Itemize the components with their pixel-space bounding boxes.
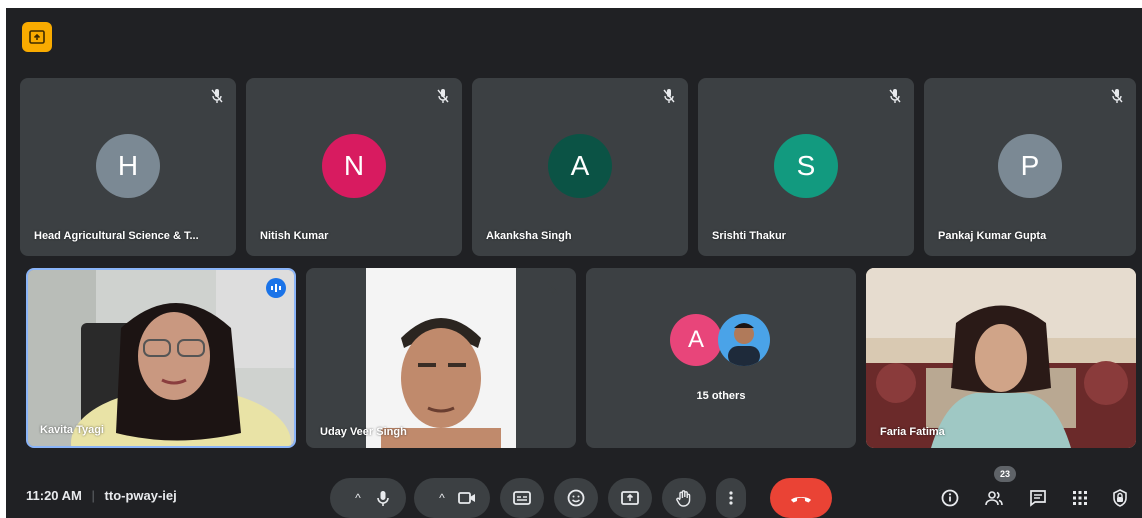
info-icon: [941, 489, 959, 507]
meeting-details-button[interactable]: [938, 486, 962, 510]
screen-share-badge[interactable]: [22, 22, 52, 52]
participant-name: Kavita Tyagi: [40, 424, 104, 436]
mic-control-group: ^: [330, 478, 406, 518]
mic-off-icon: [547, 281, 559, 295]
participant-video: [28, 270, 294, 446]
camera-icon[interactable]: [457, 488, 477, 508]
others-count-label: 15 others: [696, 390, 746, 402]
avatar: A: [548, 134, 612, 198]
participant-name: Nitish Kumar: [260, 230, 329, 242]
camera-control-group: ^: [414, 478, 490, 518]
end-call-button[interactable]: [770, 478, 832, 518]
captions-button[interactable]: [500, 478, 544, 518]
camera-options-button[interactable]: ^: [427, 491, 457, 505]
emoji-icon: [567, 489, 585, 507]
person-photo: [728, 323, 760, 366]
speaking-indicator: [266, 278, 286, 298]
mic-icon[interactable]: [373, 488, 393, 508]
mic-off-icon: [663, 89, 675, 103]
participant-tile-2[interactable]: N Nitish Kumar: [246, 78, 462, 256]
video-tile[interactable]: Uday Veer Singh: [306, 268, 576, 448]
avatar: A: [670, 314, 722, 366]
audio-wave-icon: [271, 284, 281, 292]
meeting-code[interactable]: tto-pway-iej: [105, 488, 177, 503]
avatar: N: [322, 134, 386, 198]
participant-name: Pankaj Kumar Gupta: [938, 230, 1047, 242]
participant-name: Srishti Thakur: [712, 230, 786, 242]
more-options-icon: [729, 491, 733, 505]
emoji-reaction-button[interactable]: [554, 478, 598, 518]
chat-button[interactable]: [1026, 486, 1050, 510]
present-button[interactable]: [608, 478, 652, 518]
participant-tile-5[interactable]: P Pankaj Kumar Gupta: [924, 78, 1136, 256]
avatar: [718, 314, 770, 366]
mic-options-button[interactable]: ^: [343, 491, 373, 505]
meeting-separator: |: [91, 488, 95, 503]
participant-name: Faria Fatima: [880, 426, 945, 438]
meet-window: H Head Agricultural Science & T... N Nit…: [6, 8, 1142, 518]
more-options-button[interactable]: [716, 478, 746, 518]
activities-button[interactable]: [1068, 486, 1092, 510]
participant-name: Head Agricultural Science & T...: [34, 230, 199, 242]
meeting-info: 11:20 AM | tto-pway-iej: [26, 488, 177, 503]
people-button[interactable]: [982, 486, 1006, 510]
present-icon: [621, 491, 639, 505]
host-controls-icon: [1113, 489, 1127, 507]
participant-tile-1[interactable]: H Head Agricultural Science & T...: [20, 78, 236, 256]
others-tile[interactable]: A 15 others: [586, 268, 856, 448]
participant-name: Akanksha Singh: [486, 230, 572, 242]
host-controls-button[interactable]: [1108, 486, 1132, 510]
mic-off-icon: [1111, 89, 1123, 103]
mic-off-icon: [437, 89, 449, 103]
raise-hand-button[interactable]: [662, 478, 706, 518]
participant-name: Uday Veer Singh: [320, 426, 407, 438]
avatar: H: [96, 134, 160, 198]
raise-hand-icon: [676, 490, 691, 507]
present-to-all-icon: [29, 30, 45, 44]
end-call-icon: [791, 497, 811, 503]
mic-off-icon: [211, 89, 223, 103]
participant-count-badge: 23: [994, 466, 1016, 482]
participant-tile-4[interactable]: S Srishti Thakur: [698, 78, 914, 256]
mic-off-icon: [889, 89, 901, 103]
meeting-time: 11:20 AM: [26, 488, 82, 503]
chat-icon: [1030, 490, 1046, 507]
avatar: S: [774, 134, 838, 198]
video-tile[interactable]: Faria Fatima: [866, 268, 1136, 448]
video-tile-active-speaker[interactable]: Kavita Tyagi: [26, 268, 296, 448]
participant-video: [866, 268, 1136, 448]
captions-icon: [513, 491, 531, 505]
people-icon: [985, 491, 1003, 506]
participant-tile-3[interactable]: A Akanksha Singh: [472, 78, 688, 256]
participant-video: [366, 268, 516, 448]
avatar: P: [998, 134, 1062, 198]
activities-icon: [1073, 491, 1087, 505]
